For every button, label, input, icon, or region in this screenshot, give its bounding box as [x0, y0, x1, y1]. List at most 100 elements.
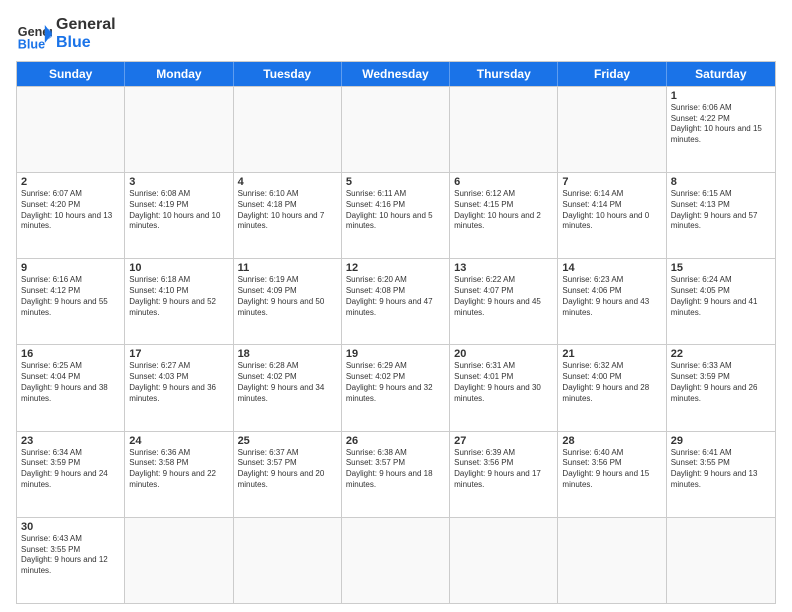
day-number: 2	[21, 176, 120, 188]
weekday-header-thursday: Thursday	[450, 62, 558, 86]
cal-row: 2Sunrise: 6:07 AM Sunset: 4:20 PM Daylig…	[17, 172, 775, 258]
day-info: Sunrise: 6:34 AM Sunset: 3:59 PM Dayligh…	[21, 448, 120, 491]
day-info: Sunrise: 6:38 AM Sunset: 3:57 PM Dayligh…	[346, 448, 445, 491]
day-cell-24: 24Sunrise: 6:36 AM Sunset: 3:58 PM Dayli…	[125, 432, 233, 517]
day-info: Sunrise: 6:32 AM Sunset: 4:00 PM Dayligh…	[562, 361, 661, 404]
day-number: 15	[671, 262, 771, 274]
weekday-header-wednesday: Wednesday	[342, 62, 450, 86]
day-number: 17	[129, 348, 228, 360]
day-cell-4: 4Sunrise: 6:10 AM Sunset: 4:18 PM Daylig…	[234, 173, 342, 258]
day-cell-26: 26Sunrise: 6:38 AM Sunset: 3:57 PM Dayli…	[342, 432, 450, 517]
day-info: Sunrise: 6:08 AM Sunset: 4:19 PM Dayligh…	[129, 189, 228, 232]
calendar-header: SundayMondayTuesdayWednesdayThursdayFrid…	[17, 62, 775, 86]
day-cell-3: 3Sunrise: 6:08 AM Sunset: 4:19 PM Daylig…	[125, 173, 233, 258]
day-cell-23: 23Sunrise: 6:34 AM Sunset: 3:59 PM Dayli…	[17, 432, 125, 517]
cal-row: 9Sunrise: 6:16 AM Sunset: 4:12 PM Daylig…	[17, 258, 775, 344]
day-number: 5	[346, 176, 445, 188]
weekday-header-sunday: Sunday	[17, 62, 125, 86]
day-cell-1: 1Sunrise: 6:06 AM Sunset: 4:22 PM Daylig…	[667, 87, 775, 172]
day-cell-6: 6Sunrise: 6:12 AM Sunset: 4:15 PM Daylig…	[450, 173, 558, 258]
day-info: Sunrise: 6:14 AM Sunset: 4:14 PM Dayligh…	[562, 189, 661, 232]
day-cell-20: 20Sunrise: 6:31 AM Sunset: 4:01 PM Dayli…	[450, 345, 558, 430]
day-number: 23	[21, 435, 120, 447]
day-cell-12: 12Sunrise: 6:20 AM Sunset: 4:08 PM Dayli…	[342, 259, 450, 344]
day-number: 8	[671, 176, 771, 188]
empty-cell	[667, 518, 775, 603]
empty-cell	[234, 87, 342, 172]
day-number: 22	[671, 348, 771, 360]
day-info: Sunrise: 6:33 AM Sunset: 3:59 PM Dayligh…	[671, 361, 771, 404]
day-number: 20	[454, 348, 553, 360]
page: General Blue General Blue SundayMondayTu…	[0, 0, 792, 612]
day-number: 28	[562, 435, 661, 447]
day-number: 26	[346, 435, 445, 447]
day-info: Sunrise: 6:16 AM Sunset: 4:12 PM Dayligh…	[21, 275, 120, 318]
day-info: Sunrise: 6:41 AM Sunset: 3:55 PM Dayligh…	[671, 448, 771, 491]
empty-cell	[558, 87, 666, 172]
day-info: Sunrise: 6:40 AM Sunset: 3:56 PM Dayligh…	[562, 448, 661, 491]
day-info: Sunrise: 6:19 AM Sunset: 4:09 PM Dayligh…	[238, 275, 337, 318]
day-cell-2: 2Sunrise: 6:07 AM Sunset: 4:20 PM Daylig…	[17, 173, 125, 258]
day-cell-29: 29Sunrise: 6:41 AM Sunset: 3:55 PM Dayli…	[667, 432, 775, 517]
day-cell-14: 14Sunrise: 6:23 AM Sunset: 4:06 PM Dayli…	[558, 259, 666, 344]
day-number: 4	[238, 176, 337, 188]
weekday-header-saturday: Saturday	[667, 62, 775, 86]
day-info: Sunrise: 6:43 AM Sunset: 3:55 PM Dayligh…	[21, 534, 120, 577]
empty-cell	[342, 518, 450, 603]
day-number: 7	[562, 176, 661, 188]
cal-row: 23Sunrise: 6:34 AM Sunset: 3:59 PM Dayli…	[17, 431, 775, 517]
day-number: 9	[21, 262, 120, 274]
weekday-header-monday: Monday	[125, 62, 233, 86]
day-number: 1	[671, 90, 771, 102]
day-cell-22: 22Sunrise: 6:33 AM Sunset: 3:59 PM Dayli…	[667, 345, 775, 430]
header: General Blue General Blue	[16, 16, 776, 53]
day-info: Sunrise: 6:23 AM Sunset: 4:06 PM Dayligh…	[562, 275, 661, 318]
weekday-header-friday: Friday	[558, 62, 666, 86]
cal-row: 16Sunrise: 6:25 AM Sunset: 4:04 PM Dayli…	[17, 344, 775, 430]
day-cell-25: 25Sunrise: 6:37 AM Sunset: 3:57 PM Dayli…	[234, 432, 342, 517]
day-info: Sunrise: 6:29 AM Sunset: 4:02 PM Dayligh…	[346, 361, 445, 404]
day-number: 13	[454, 262, 553, 274]
day-number: 16	[21, 348, 120, 360]
day-number: 24	[129, 435, 228, 447]
day-info: Sunrise: 6:31 AM Sunset: 4:01 PM Dayligh…	[454, 361, 553, 404]
day-info: Sunrise: 6:25 AM Sunset: 4:04 PM Dayligh…	[21, 361, 120, 404]
day-info: Sunrise: 6:24 AM Sunset: 4:05 PM Dayligh…	[671, 275, 771, 318]
day-info: Sunrise: 6:39 AM Sunset: 3:56 PM Dayligh…	[454, 448, 553, 491]
empty-cell	[17, 87, 125, 172]
day-cell-5: 5Sunrise: 6:11 AM Sunset: 4:16 PM Daylig…	[342, 173, 450, 258]
day-cell-9: 9Sunrise: 6:16 AM Sunset: 4:12 PM Daylig…	[17, 259, 125, 344]
logo: General Blue General Blue	[16, 16, 116, 53]
day-cell-7: 7Sunrise: 6:14 AM Sunset: 4:14 PM Daylig…	[558, 173, 666, 258]
day-number: 19	[346, 348, 445, 360]
empty-cell	[125, 87, 233, 172]
cal-row: 30Sunrise: 6:43 AM Sunset: 3:55 PM Dayli…	[17, 517, 775, 603]
empty-cell	[342, 87, 450, 172]
day-number: 30	[21, 521, 120, 533]
empty-cell	[450, 87, 558, 172]
day-number: 3	[129, 176, 228, 188]
day-number: 18	[238, 348, 337, 360]
day-number: 25	[238, 435, 337, 447]
day-number: 11	[238, 262, 337, 274]
day-cell-13: 13Sunrise: 6:22 AM Sunset: 4:07 PM Dayli…	[450, 259, 558, 344]
day-info: Sunrise: 6:22 AM Sunset: 4:07 PM Dayligh…	[454, 275, 553, 318]
empty-cell	[450, 518, 558, 603]
day-number: 29	[671, 435, 771, 447]
logo-blue: Blue	[56, 34, 116, 52]
day-number: 6	[454, 176, 553, 188]
day-cell-28: 28Sunrise: 6:40 AM Sunset: 3:56 PM Dayli…	[558, 432, 666, 517]
day-info: Sunrise: 6:15 AM Sunset: 4:13 PM Dayligh…	[671, 189, 771, 232]
day-number: 10	[129, 262, 228, 274]
day-number: 12	[346, 262, 445, 274]
day-info: Sunrise: 6:36 AM Sunset: 3:58 PM Dayligh…	[129, 448, 228, 491]
weekday-header-tuesday: Tuesday	[234, 62, 342, 86]
logo-general: General	[56, 16, 116, 34]
day-info: Sunrise: 6:20 AM Sunset: 4:08 PM Dayligh…	[346, 275, 445, 318]
calendar-body: 1Sunrise: 6:06 AM Sunset: 4:22 PM Daylig…	[17, 86, 775, 603]
day-cell-18: 18Sunrise: 6:28 AM Sunset: 4:02 PM Dayli…	[234, 345, 342, 430]
day-cell-21: 21Sunrise: 6:32 AM Sunset: 4:00 PM Dayli…	[558, 345, 666, 430]
day-info: Sunrise: 6:12 AM Sunset: 4:15 PM Dayligh…	[454, 189, 553, 232]
day-cell-10: 10Sunrise: 6:18 AM Sunset: 4:10 PM Dayli…	[125, 259, 233, 344]
day-number: 14	[562, 262, 661, 274]
